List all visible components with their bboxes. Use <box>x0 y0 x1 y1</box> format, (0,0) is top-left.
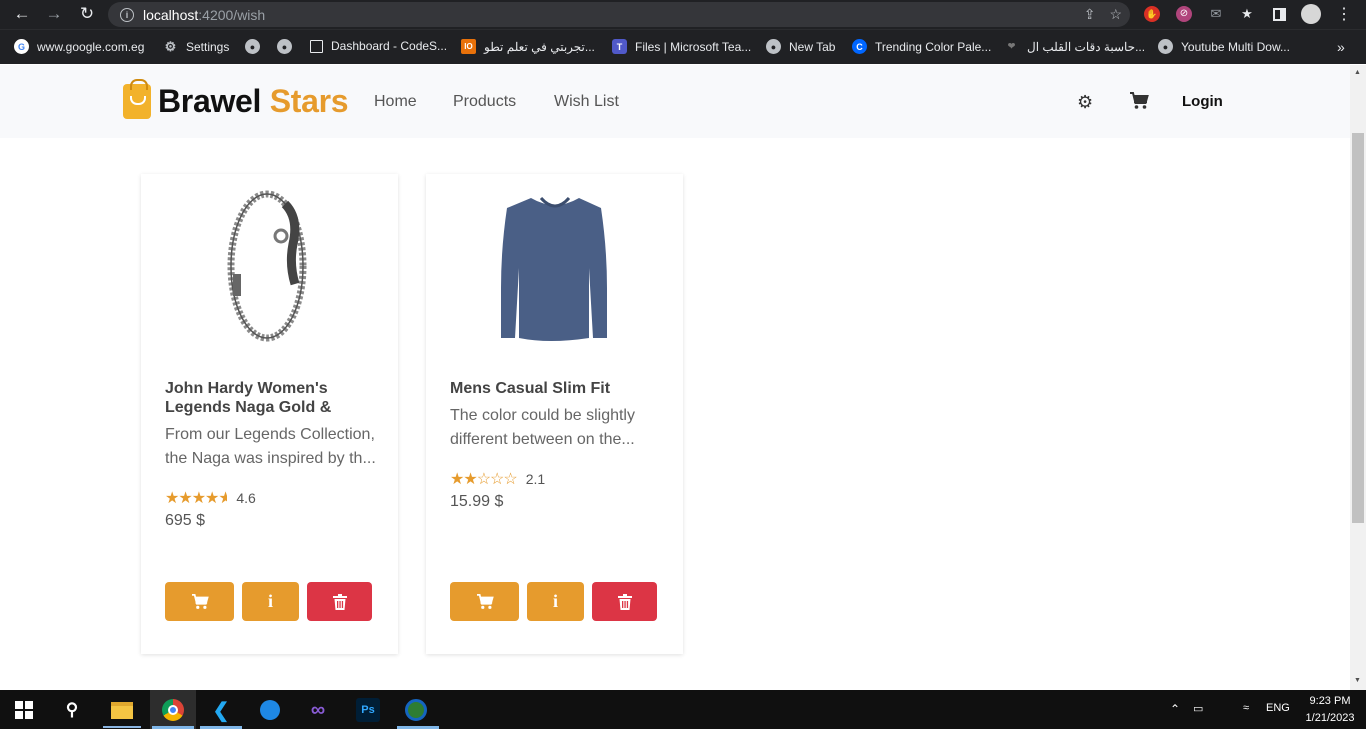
windows-taskbar: ⚲ ❮ ∞ Ps ⌃ ▭ ≈ ENG 9:23 PM 1/21/2023 <box>0 690 1366 729</box>
bookmark-globe-2[interactable]: ● <box>277 39 292 54</box>
file-explorer-icon[interactable] <box>110 698 134 722</box>
page-scrollbar[interactable]: ▲ ▼ <box>1350 65 1366 690</box>
app-blue-icon[interactable] <box>258 698 282 722</box>
bookmark-arabic-2[interactable]: ❤ حاسبة دقات القلب ال... <box>1004 39 1145 54</box>
back-icon[interactable]: ← <box>11 3 33 25</box>
nav-wish-list[interactable]: Wish List <box>554 93 619 111</box>
browser-toolbar: ← → ↻ i localhost:4200/wish ⇪ ☆ ✋ ⊘ ✉ ★ … <box>0 0 1366 29</box>
scroll-down-arrow-icon[interactable]: ▼ <box>1354 677 1361 684</box>
scroll-up-arrow-icon[interactable]: ▲ <box>1354 69 1361 76</box>
bookmark-youtube-dl[interactable]: ● Youtube Multi Dow... <box>1158 39 1290 54</box>
scrollbar-thumb[interactable] <box>1352 133 1364 523</box>
product-image-bracelet[interactable] <box>201 184 339 344</box>
globe-icon: ● <box>277 39 292 54</box>
photoshop-icon[interactable]: Ps <box>356 698 380 722</box>
bookmark-teams[interactable]: T Files | Microsoft Tea... <box>612 39 751 54</box>
settings-gear-icon[interactable]: ⚙ <box>1077 92 1093 113</box>
heart-icon: ❤ <box>1007 41 1016 51</box>
google-icon: G <box>14 39 29 54</box>
product-price: 695 $ <box>165 512 206 529</box>
bookmark-arabic-1[interactable]: IO تجربتي في تعلم تطو... <box>461 39 595 54</box>
site-icon: IO <box>461 39 476 54</box>
share-icon[interactable]: ⇪ <box>1084 6 1096 23</box>
details-button[interactable]: i <box>527 582 584 621</box>
bookmark-new-tab[interactable]: ● New Tab <box>766 39 835 54</box>
cart-icon <box>191 593 209 609</box>
search-icon[interactable]: ⚲ <box>60 698 84 722</box>
bookmark-star-icon[interactable]: ☆ <box>1109 6 1122 23</box>
cart-icon <box>476 593 494 609</box>
page-icon <box>310 39 323 53</box>
download-manager-icon[interactable] <box>404 698 428 722</box>
wifi-icon[interactable]: ≈ <box>1243 702 1249 714</box>
nav-home[interactable]: Home <box>374 93 417 111</box>
bookmark-coolors[interactable]: C Trending Color Pale... <box>852 39 991 54</box>
nav-products[interactable]: Products <box>453 93 516 111</box>
add-to-cart-button[interactable] <box>165 582 234 621</box>
gear-icon: ⚙ <box>164 38 177 54</box>
product-description: From our Legends Collection, the Naga wa… <box>165 426 376 467</box>
site-navbar: Brawel Stars Home Products Wish List ⚙ L… <box>0 65 1350 138</box>
trash-icon <box>617 593 632 610</box>
bookmark-google[interactable]: Gwww.google.com.eg <box>14 39 144 54</box>
product-price: 15.99 $ <box>450 493 504 510</box>
block-extension-icon[interactable]: ⊘ <box>1174 4 1194 24</box>
remove-from-wishlist-button[interactable] <box>307 582 372 621</box>
rating-stars: ★★★★★ <box>165 490 228 507</box>
info-icon[interactable]: i <box>120 7 134 22</box>
tray-chevron-icon[interactable]: ⌃ <box>1170 702 1180 716</box>
bookmark-settings[interactable]: ⚙ Settings <box>163 38 230 54</box>
wishlist-card: Mens Casual Slim Fit The color could be … <box>426 174 683 654</box>
trash-icon <box>332 593 347 610</box>
product-rating: ★★★★★ 4.6 <box>165 490 256 507</box>
info-icon: i <box>267 591 273 611</box>
page-viewport: Brawel Stars Home Products Wish List ⚙ L… <box>0 65 1350 690</box>
cart-icon[interactable] <box>1129 92 1149 115</box>
globe-icon: ● <box>245 39 260 54</box>
product-description: The color could be slightly different be… <box>450 407 635 448</box>
globe-icon: ● <box>766 39 781 54</box>
forward-icon[interactable]: → <box>43 3 65 25</box>
url-text[interactable]: localhost:4200/wish <box>143 7 265 23</box>
globe-icon: ● <box>1158 39 1173 54</box>
bookmarks-bar: Gwww.google.com.eg ⚙ Settings ● ● Dashboa… <box>0 29 1366 64</box>
remove-from-wishlist-button[interactable] <box>592 582 657 621</box>
wishlist-card: John Hardy Women's Legends Naga Gold & S… <box>141 174 398 654</box>
login-link[interactable]: Login <box>1182 93 1223 110</box>
teams-icon: T <box>612 39 627 54</box>
details-button[interactable]: i <box>242 582 299 621</box>
visual-studio-icon[interactable]: ∞ <box>306 698 330 722</box>
product-image-shirt[interactable] <box>486 184 624 344</box>
vscode-icon[interactable]: ❮ <box>209 698 233 722</box>
product-title[interactable]: Mens Casual Slim Fit <box>450 379 662 398</box>
shopping-bag-logo-icon[interactable] <box>123 79 151 119</box>
address-bar[interactable]: i localhost:4200/wish ⇪ ☆ <box>108 2 1130 27</box>
windows-start-icon[interactable] <box>12 698 36 722</box>
taskbar-clock[interactable]: 9:23 PM 1/21/2023 <box>1300 693 1360 727</box>
battery-icon[interactable]: ▭ <box>1193 702 1203 715</box>
brand-name[interactable]: Brawel Stars <box>158 83 349 120</box>
bookmark-dashboard[interactable]: Dashboard - CodeS... <box>310 39 447 53</box>
mail-extension-icon[interactable]: ✉ <box>1206 4 1226 24</box>
bookmark-globe-1[interactable]: ● <box>245 39 260 54</box>
chrome-icon[interactable] <box>161 698 185 722</box>
adblock-extension-icon[interactable]: ✋ <box>1142 4 1162 24</box>
product-title[interactable]: John Hardy Women's Legends Naga Gold & S… <box>165 379 377 417</box>
coolors-icon: C <box>852 39 867 54</box>
menu-kebab-icon[interactable]: ⋮ <box>1334 4 1354 24</box>
reload-icon[interactable]: ↻ <box>76 3 98 25</box>
language-indicator[interactable]: ENG <box>1266 702 1290 714</box>
add-to-cart-button[interactable] <box>450 582 519 621</box>
extensions-puzzle-icon[interactable]: ★ <box>1237 4 1257 24</box>
rating-stars: ★★☆☆☆ <box>450 471 518 488</box>
product-rating: ★★☆☆☆ 2.1 <box>450 471 546 488</box>
side-panel-icon[interactable] <box>1269 4 1289 24</box>
profile-avatar[interactable] <box>1301 4 1321 24</box>
info-icon: i <box>552 591 558 611</box>
taskbar-indicator <box>103 726 141 728</box>
more-bookmarks-button[interactable]: » <box>1337 39 1345 55</box>
